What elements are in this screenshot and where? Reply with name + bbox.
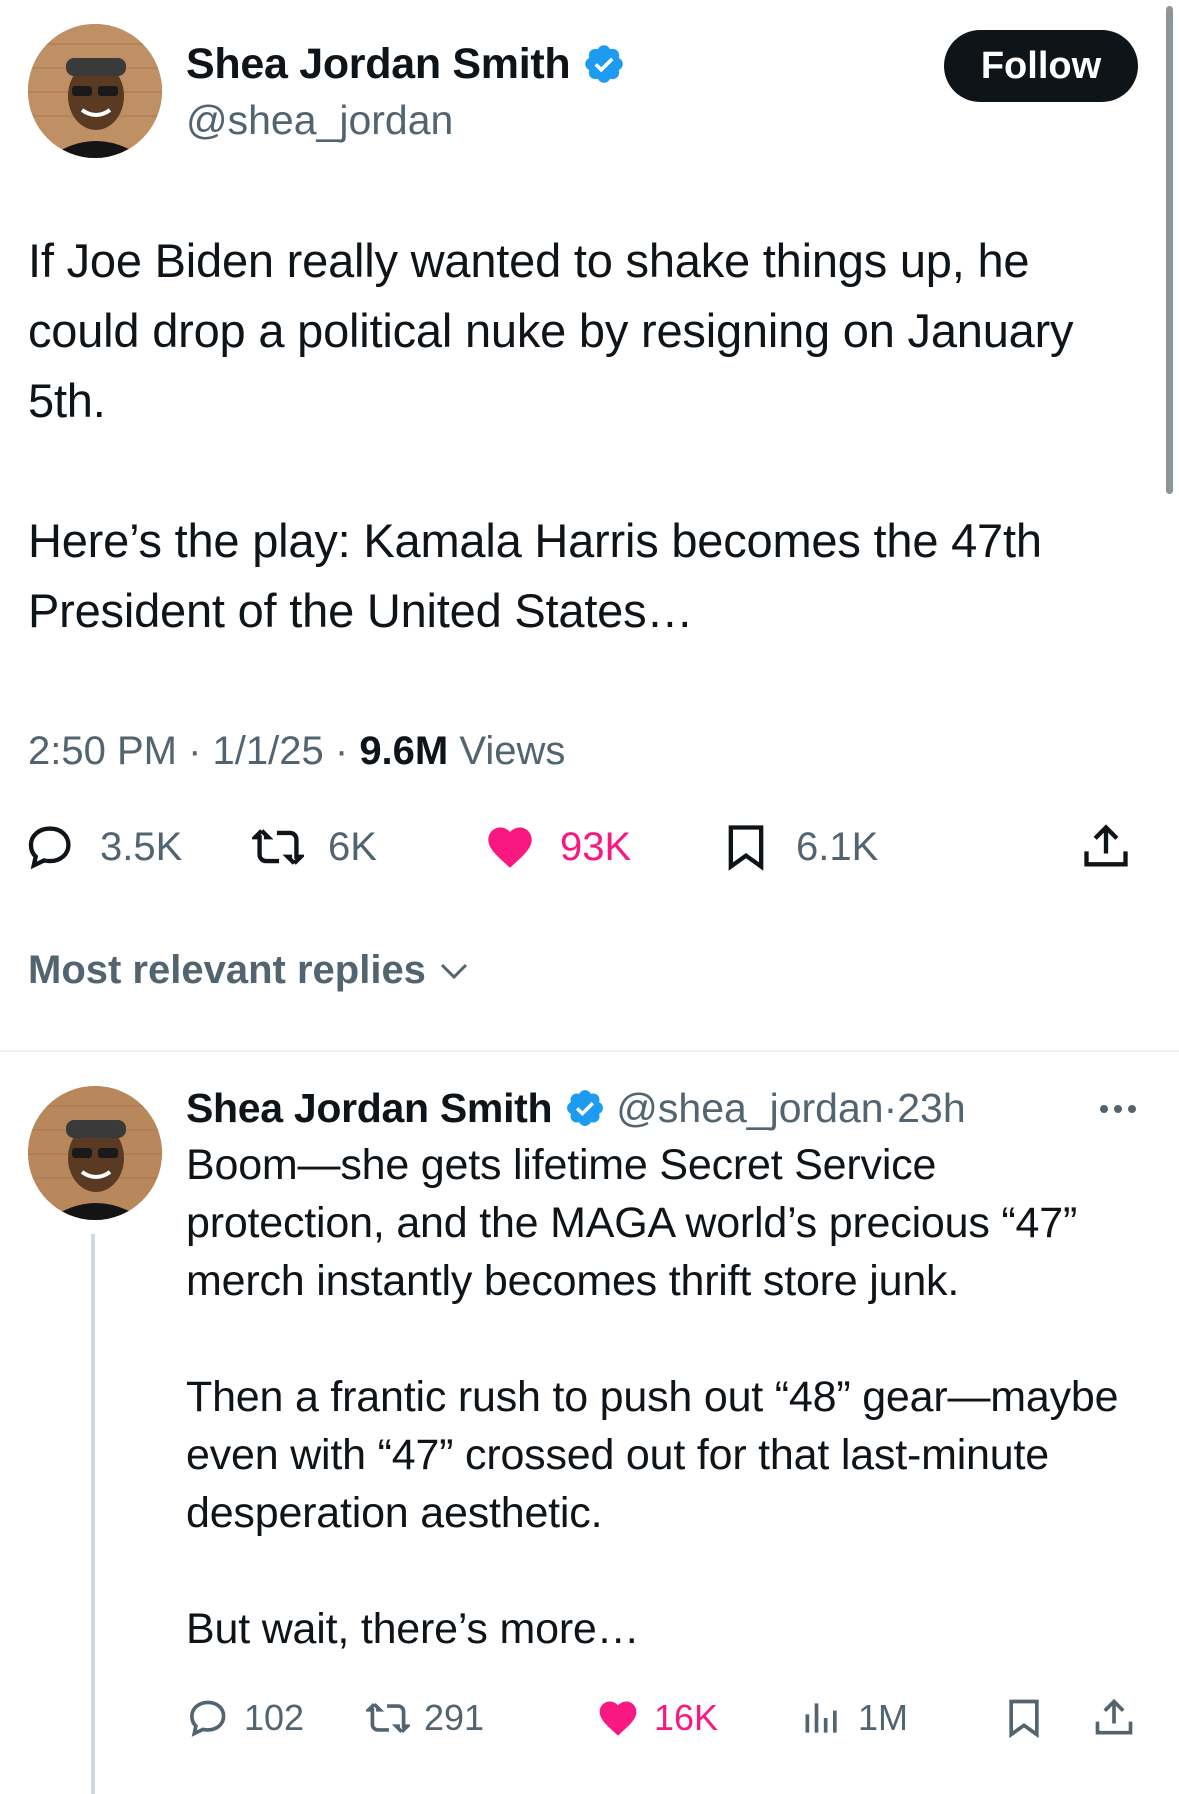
meta-separator: · bbox=[334, 729, 360, 773]
replies-sort-label: Most relevant replies bbox=[28, 948, 426, 992]
share-icon bbox=[1095, 1698, 1133, 1735]
views-icon bbox=[805, 1703, 837, 1733]
scrollbar[interactable] bbox=[1166, 6, 1173, 494]
verified-badge-icon bbox=[585, 45, 624, 83]
reply-repost-count: 291 bbox=[424, 1697, 485, 1738]
reply-icon bbox=[28, 826, 71, 870]
share-button[interactable] bbox=[1080, 802, 1132, 892]
bookmark-icon bbox=[1009, 1699, 1039, 1739]
repost-button[interactable]: 6K bbox=[252, 802, 377, 892]
reply-views-count: 1M bbox=[858, 1697, 909, 1738]
handle[interactable]: @shea_jordan bbox=[186, 94, 626, 146]
display-name-text[interactable]: Shea Jordan Smith bbox=[186, 38, 571, 90]
like-button[interactable]: 93K bbox=[484, 802, 631, 892]
tweet-paragraph: If Joe Biden really wanted to shake thin… bbox=[28, 234, 1074, 427]
reply-paragraph: But wait, there’s more… bbox=[186, 1605, 640, 1653]
reply-like-button[interactable]: 16K bbox=[596, 1688, 718, 1748]
repost-count: 6K bbox=[328, 824, 377, 869]
share-icon bbox=[1084, 824, 1128, 867]
views-label: Views bbox=[459, 729, 566, 773]
views-count: 9.6M bbox=[359, 729, 449, 773]
reply-display-name[interactable]: Shea Jordan Smith bbox=[186, 1085, 553, 1132]
reply-like-count: 16K bbox=[654, 1697, 719, 1738]
replies-sort-dropdown[interactable]: Most relevant replies bbox=[28, 948, 472, 993]
tweet-date[interactable]: 1/1/25 bbox=[213, 729, 324, 773]
reply-count: 3.5K bbox=[100, 824, 183, 869]
reply-handle[interactable]: @shea_jordan bbox=[616, 1085, 883, 1132]
follow-button[interactable]: Follow bbox=[944, 30, 1138, 102]
reply-actions: 102 291 16K 1M bbox=[186, 1688, 1146, 1748]
tweet-time[interactable]: 2:50 PM bbox=[28, 729, 177, 773]
reply-paragraph: Then a frantic rush to push out “48” gea… bbox=[186, 1373, 1119, 1537]
author-row: Shea Jordan Smith @shea_jordan Follow bbox=[28, 24, 1138, 162]
display-name[interactable]: Shea Jordan Smith bbox=[186, 38, 626, 90]
bookmark-button[interactable]: 6.1K bbox=[720, 802, 878, 892]
reply-repost-button[interactable]: 291 bbox=[366, 1688, 484, 1748]
reply-bookmark-button[interactable] bbox=[1002, 1688, 1046, 1748]
repost-icon bbox=[252, 829, 304, 865]
tweet-meta: 2:50 PM · 1/1/25 · 9.6M Views bbox=[28, 726, 1138, 776]
tweet-actions: 3.5K 6K 93K 6.1K bbox=[24, 802, 1144, 892]
verified-badge-icon bbox=[567, 1090, 604, 1126]
avatar[interactable] bbox=[28, 24, 162, 158]
bookmark-icon bbox=[728, 825, 764, 871]
reply-icon bbox=[190, 1700, 226, 1737]
reply-button[interactable]: 3.5K bbox=[24, 802, 182, 892]
thread-line bbox=[91, 1234, 95, 1794]
reply-share-button[interactable] bbox=[1092, 1688, 1136, 1748]
reply-reply-count: 102 bbox=[244, 1697, 305, 1738]
repost-icon bbox=[366, 1702, 410, 1734]
reply-text: Boom—she gets lifetime Secret Service pr… bbox=[186, 1136, 1146, 1658]
reply-age[interactable]: 23h bbox=[897, 1085, 965, 1132]
more-icon[interactable] bbox=[1096, 1094, 1140, 1124]
meta-separator: · bbox=[883, 1084, 898, 1131]
author-names: Shea Jordan Smith @shea_jordan bbox=[186, 38, 626, 146]
divider bbox=[0, 1050, 1179, 1052]
reply-header: Shea Jordan Smith @shea_jordan · 23h bbox=[186, 1080, 1146, 1136]
chevron-down-icon bbox=[440, 963, 467, 979]
bookmark-count: 6.1K bbox=[796, 824, 879, 869]
reply-reply-button[interactable]: 102 bbox=[186, 1688, 304, 1748]
reply-avatar[interactable] bbox=[28, 1086, 162, 1220]
reply-paragraph: Boom—she gets lifetime Secret Service pr… bbox=[186, 1141, 1078, 1305]
like-icon bbox=[488, 827, 532, 868]
tweet-paragraph: Here’s the play: Kamala Harris becomes t… bbox=[28, 514, 1042, 637]
main-tweet: Shea Jordan Smith @shea_jordan Follow If… bbox=[28, 24, 1138, 776]
meta-separator: · bbox=[188, 729, 213, 773]
like-icon bbox=[599, 1701, 637, 1736]
reply-tweet: Shea Jordan Smith @shea_jordan · 23h Boo… bbox=[186, 1080, 1146, 1739]
like-count: 93K bbox=[560, 824, 632, 869]
tweet-text: If Joe Biden really wanted to shake thin… bbox=[28, 226, 1148, 646]
reply-views-button[interactable]: 1M bbox=[800, 1688, 908, 1748]
